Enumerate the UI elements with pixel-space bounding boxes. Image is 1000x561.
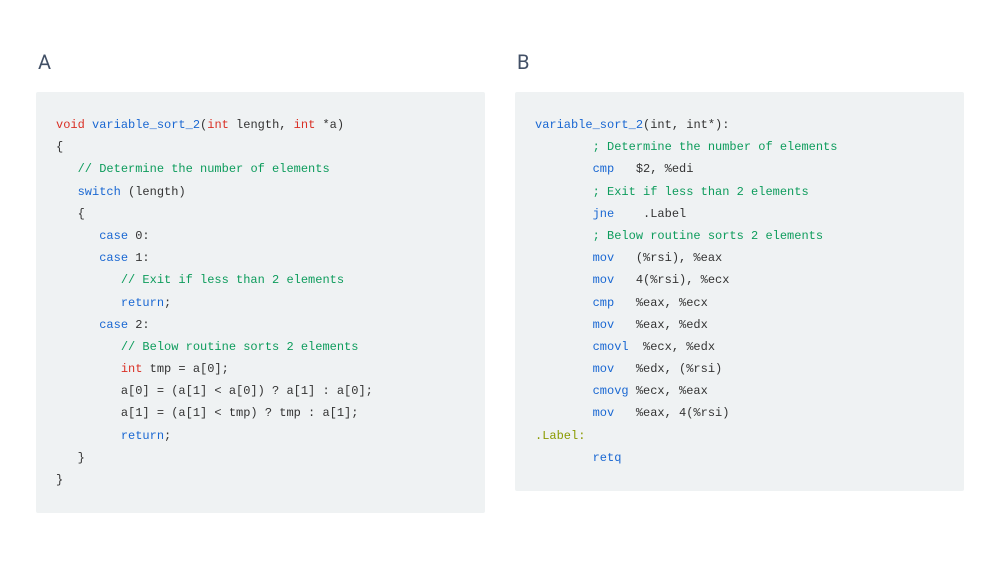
op-cmp2: cmp	[593, 296, 615, 310]
arg-mov2: 4(%rsi), %ecx	[614, 273, 729, 287]
param-len: length,	[229, 118, 294, 132]
return2-kw: return	[121, 429, 164, 443]
arg-cmp1: $2, %edi	[614, 162, 693, 176]
cmt-num-elems: // Determine the number of elements	[78, 162, 330, 176]
arg-mov3: %eax, %edx	[614, 318, 708, 332]
panel-b-label: B	[517, 50, 964, 74]
op-cmp1: cmp	[593, 162, 615, 176]
panel-b: B variable_sort_2(int, int*): ; Determin…	[515, 50, 964, 531]
int-kw-2: int	[294, 118, 316, 132]
cmt-exit: // Exit if less than 2 elements	[121, 273, 344, 287]
panel-a-label: A	[38, 50, 485, 74]
switch-arg: (length)	[121, 185, 186, 199]
line-a0: a[0] = (a[1] < a[0]) ? a[1] : a[0];	[121, 384, 373, 398]
return1-semi: ;	[164, 296, 171, 310]
op-retq: retq	[593, 451, 622, 465]
op-mov4: mov	[593, 362, 615, 376]
op-mov5: mov	[593, 406, 615, 420]
case2-rest: 2:	[128, 318, 150, 332]
arg-mov5: %eax, 4(%rsi)	[614, 406, 729, 420]
figure-wrap: A void variable_sort_2(int length, int *…	[0, 0, 1000, 561]
asm-label: .Label:	[535, 429, 585, 443]
brace2-close: }	[78, 451, 85, 465]
case1-kw: case	[99, 251, 128, 265]
c-code-block: void variable_sort_2(int length, int *a)…	[36, 92, 485, 513]
arg-cmovl: %ecx, %edx	[629, 340, 715, 354]
brace2-open: {	[78, 207, 85, 221]
brace-close: }	[56, 473, 63, 487]
return2-semi: ;	[164, 429, 171, 443]
arg-cmp2: %eax, %ecx	[614, 296, 708, 310]
op-mov3: mov	[593, 318, 615, 332]
switch-kw: switch	[78, 185, 121, 199]
return1-kw: return	[121, 296, 164, 310]
asm-code-block: variable_sort_2(int, int*): ; Determine …	[515, 92, 964, 491]
asm-cmt-sort2: ; Below routine sorts 2 elements	[593, 229, 823, 243]
op-cmovl: cmovl	[593, 340, 629, 354]
tmp-decl-rest: tmp = a[0];	[142, 362, 228, 376]
asm-cmt-num: ; Determine the number of elements	[593, 140, 838, 154]
line-a1: a[1] = (a[1] < tmp) ? tmp : a[1];	[121, 406, 359, 420]
case0-kw: case	[99, 229, 128, 243]
op-mov2: mov	[593, 273, 615, 287]
arg-mov1: (%rsi), %eax	[614, 251, 722, 265]
case1-rest: 1:	[128, 251, 150, 265]
asm-sig: (int, int*):	[643, 118, 729, 132]
arg-cmovg: %ecx, %eax	[629, 384, 708, 398]
param-a: *a)	[315, 118, 344, 132]
arg-jne: .Label	[614, 207, 686, 221]
case2-kw: case	[99, 318, 128, 332]
asm-cmt-exit: ; Exit if less than 2 elements	[593, 185, 809, 199]
ret-type: void	[56, 118, 85, 132]
fn-name: variable_sort_2	[92, 118, 200, 132]
cmt-sort2: // Below routine sorts 2 elements	[121, 340, 359, 354]
case0-rest: 0:	[128, 229, 150, 243]
op-jne: jne	[593, 207, 615, 221]
op-mov1: mov	[593, 251, 615, 265]
panel-a: A void variable_sort_2(int length, int *…	[36, 50, 485, 531]
arg-mov4: %edx, (%rsi)	[614, 362, 722, 376]
int-kw-1: int	[207, 118, 229, 132]
asm-fn-name: variable_sort_2	[535, 118, 643, 132]
brace-open: {	[56, 140, 63, 154]
op-cmovg: cmovg	[593, 384, 629, 398]
int-tmp-kw: int	[121, 362, 143, 376]
